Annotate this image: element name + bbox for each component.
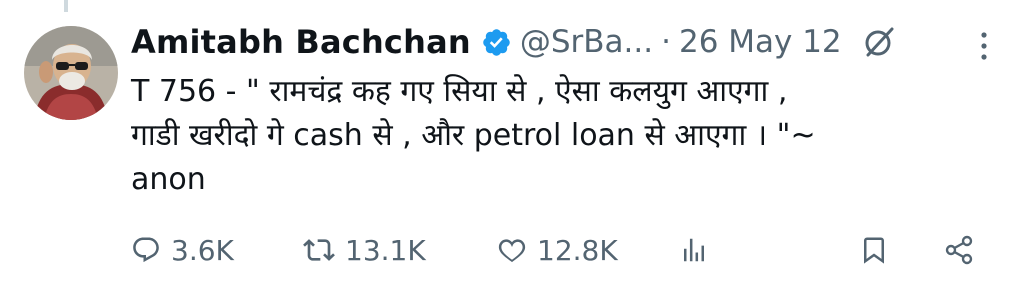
like-count: 12.8K bbox=[537, 233, 618, 267]
retweet-count: 13.1K bbox=[345, 233, 426, 267]
bookmark-icon bbox=[864, 237, 884, 264]
reply-count: 3.6K bbox=[171, 233, 234, 267]
grok-icon[interactable] bbox=[862, 25, 896, 59]
share-icon bbox=[945, 235, 973, 265]
author-handle[interactable]: @SrBa... bbox=[520, 24, 653, 60]
views-button[interactable] bbox=[679, 228, 709, 272]
like-icon bbox=[498, 239, 526, 263]
thread-connector bbox=[64, 0, 68, 12]
bookmark-button[interactable] bbox=[859, 228, 889, 272]
share-button[interactable] bbox=[943, 228, 975, 272]
more-options-icon[interactable] bbox=[974, 26, 994, 66]
tweet-date[interactable]: 26 May 12 bbox=[679, 24, 842, 60]
tweet-actions: 3.6K 13.1K 12.8K bbox=[131, 228, 991, 272]
author-name[interactable]: Amitabh Bachchan bbox=[131, 23, 471, 61]
reply-button[interactable]: 3.6K bbox=[131, 228, 234, 272]
retweet-icon bbox=[303, 239, 335, 261]
separator-dot: · bbox=[661, 24, 671, 60]
verified-badge-icon[interactable] bbox=[481, 27, 512, 58]
reply-icon bbox=[133, 237, 159, 263]
avatar[interactable] bbox=[24, 26, 118, 120]
tweet-text: T 756 - " रामचंद्र कह गए सिया से , ऐसा क… bbox=[131, 74, 816, 197]
tweet-header: Amitabh Bachchan @SrBa... · 26 May 12 bbox=[131, 18, 1001, 66]
views-icon bbox=[684, 238, 704, 262]
retweet-button[interactable]: 13.1K bbox=[303, 228, 426, 272]
like-button[interactable]: 12.8K bbox=[497, 228, 618, 272]
